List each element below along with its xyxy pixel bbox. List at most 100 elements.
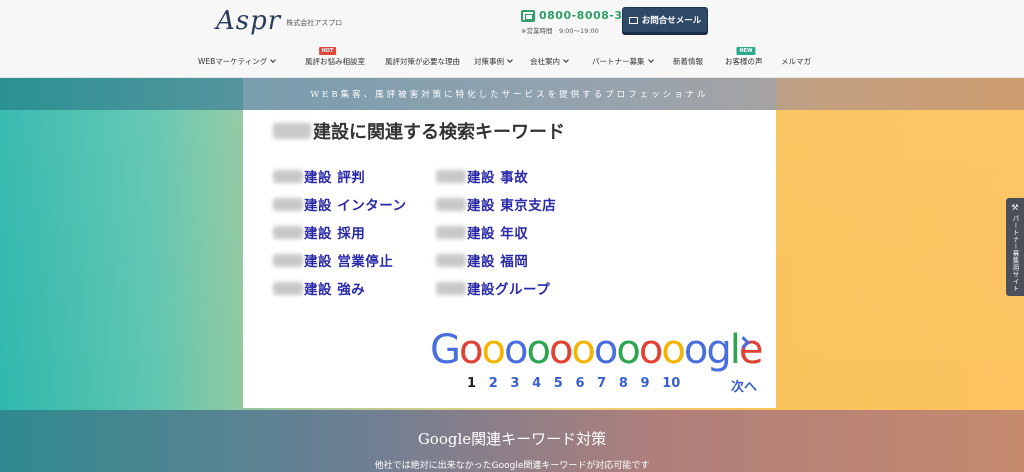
nav-label: パートナー募集 (592, 56, 645, 66)
blurred-name (273, 253, 303, 267)
keyword-text: 建設 事故 (467, 170, 529, 186)
partner-site-tab[interactable]: ⚒ パートナー募集用サイト (1006, 198, 1024, 296)
keyword-text: 建設 年収 (467, 226, 529, 242)
google-letter: o (593, 327, 619, 373)
nav-company[interactable]: 会社案内 (518, 56, 580, 67)
keyword-item: 建設グループ (436, 274, 556, 302)
page-number-3[interactable]: 3 (510, 376, 532, 391)
company-name: 株式会社アスプロ (286, 19, 343, 27)
keyword-panel: 建設に関連する検索キーワード 建設 評判 建設 インターン 建設 採用 建設 営… (243, 110, 776, 408)
blurred-name (436, 169, 466, 183)
blurred-name (273, 281, 303, 295)
keyword-column-left: 建設 評判 建設 インターン 建設 採用 建設 営業停止 建設 強み (273, 162, 407, 302)
google-letter: o (526, 327, 551, 373)
keyword-item: 建設 営業停止 (273, 246, 407, 274)
page-number-2[interactable]: 2 (489, 376, 511, 391)
keyword-text: 建設 インターン (304, 198, 407, 214)
tagline-bar: WEB集客、風評被害対策に特化したサービスを提供するプロフェッショナル (243, 78, 776, 110)
google-letter: G (430, 327, 461, 373)
site-logo[interactable]: Aspr 株式会社アスプロ (216, 6, 342, 36)
blurred-name (273, 197, 303, 211)
nav-newsletter[interactable]: メルマガ (775, 56, 815, 67)
business-hours: ※営業時間 9:00〜19:00 (521, 27, 599, 35)
contact-mail-label: お問合せメール (641, 16, 702, 26)
keyword-text: 建設 福岡 (467, 254, 529, 270)
keyword-text: 建設 営業停止 (304, 254, 394, 270)
blurred-company-name (273, 123, 311, 139)
keyword-item: 建設 強み (273, 274, 407, 302)
page-number-9[interactable]: 9 (641, 376, 663, 391)
panel-title-text: 建設に関連する検索キーワード (313, 122, 565, 143)
keyword-text: 建設グループ (467, 282, 551, 298)
blurred-name (436, 197, 466, 211)
nav-testimonials[interactable]: NEW お客様の声 (717, 46, 775, 67)
nav-web-marketing[interactable]: WEBマーケティング (198, 56, 285, 67)
chevron-down-icon (270, 56, 277, 63)
nav-label: 風評お悩み相談室 (305, 56, 365, 66)
panel-title: 建設に関連する検索キーワード (273, 118, 565, 144)
blurred-name (436, 253, 466, 267)
blurred-name (436, 281, 466, 295)
chevron-down-icon (563, 56, 569, 63)
page-number-5[interactable]: 5 (554, 376, 576, 391)
nav-news[interactable]: 新着情報 (665, 56, 717, 67)
nav-consultation[interactable]: HOT 風評お悩み相談室 (285, 46, 370, 67)
chevron-down-icon (507, 56, 513, 63)
next-page-link[interactable]: 次へ (731, 376, 757, 395)
blurred-name (436, 225, 466, 239)
keyword-text: 建設 評判 (304, 170, 366, 186)
chevron-down-icon (647, 56, 654, 63)
blurred-name (273, 169, 303, 183)
google-letter: o (481, 327, 506, 373)
keyword-item: 建設 採用 (273, 218, 407, 246)
nav-label: メルマガ (781, 56, 811, 66)
free-dial-icon (521, 9, 535, 22)
wrench-icon: ⚒ (1011, 203, 1019, 212)
google-letter: o (661, 327, 686, 373)
page-number-8[interactable]: 8 (619, 376, 641, 391)
keyword-text: 建設 採用 (304, 226, 366, 242)
page-number-1: 1 (467, 376, 477, 391)
keyword-text: 建設 強み (304, 282, 366, 298)
mail-icon (628, 16, 638, 24)
hero-section: WEB集客、風評被害対策に特化したサービスを提供するプロフェッショナル 建設に関… (0, 78, 1024, 472)
nav-label: 対策事例 (474, 56, 504, 66)
nav-label: 風評対策が必要な理由 (385, 56, 460, 66)
nav-label: WEBマーケティング (198, 56, 268, 66)
section-title: Google関連キーワード対策 (417, 430, 607, 448)
page-number-6[interactable]: 6 (575, 376, 597, 391)
google-letter: o (683, 327, 709, 373)
nav-partner[interactable]: パートナー募集 (580, 56, 665, 67)
keyword-column-right: 建設 事故 建設 東京支店 建設 年収 建設 福岡 建設グループ (436, 162, 556, 302)
main-nav: WEBマーケティング HOT 風評お悩み相談室 風評対策が必要な理由 対策事例 … (198, 46, 815, 70)
keyword-item: 建設 福岡 (436, 246, 556, 274)
pagination: 1 2 3 4 5 6 7 8 9 10 (467, 376, 684, 391)
nav-why-needed[interactable]: 風評対策が必要な理由 (370, 56, 460, 67)
google-letter: o (459, 327, 484, 373)
partner-tab-label: パートナー募集用サイト (1011, 215, 1019, 292)
nav-label: 会社案内 (530, 56, 560, 66)
site-header: Aspr 株式会社アスプロ 0800-8008-339 ※営業時間 9:00〜1… (0, 0, 1024, 78)
google-letter: o (571, 327, 596, 373)
hero-tagline: WEB集客、風評被害対策に特化したサービスを提供するプロフェッショナル (310, 90, 709, 100)
keyword-item: 建設 評判 (273, 162, 407, 190)
new-badge: NEW (736, 46, 756, 55)
google-letter: l (729, 327, 741, 373)
keyword-item: 建設 東京支店 (436, 190, 556, 218)
section-subtitle: 他社では絶対に出来なかったGoogle関連キーワードが対応可能です (374, 461, 650, 471)
nav-label: お客様の声 (725, 56, 763, 66)
google-letter: e (738, 327, 764, 373)
page-number-10[interactable]: 10 (662, 376, 684, 391)
google-letter: g (706, 327, 731, 373)
logo-mark: Aspr (216, 6, 282, 36)
page-number-4[interactable]: 4 (532, 376, 554, 391)
keyword-text: 建設 東京支店 (467, 198, 557, 214)
contact-mail-button[interactable]: お問合せメール (622, 7, 708, 33)
keyword-item: 建設 事故 (436, 162, 556, 190)
nav-case-studies[interactable]: 対策事例 (456, 56, 518, 67)
nav-label: 新着情報 (673, 56, 703, 66)
keyword-item: 建設 年収 (436, 218, 556, 246)
page-number-7[interactable]: 7 (597, 376, 619, 391)
google-letter: o (638, 327, 664, 373)
blurred-name (273, 225, 303, 239)
